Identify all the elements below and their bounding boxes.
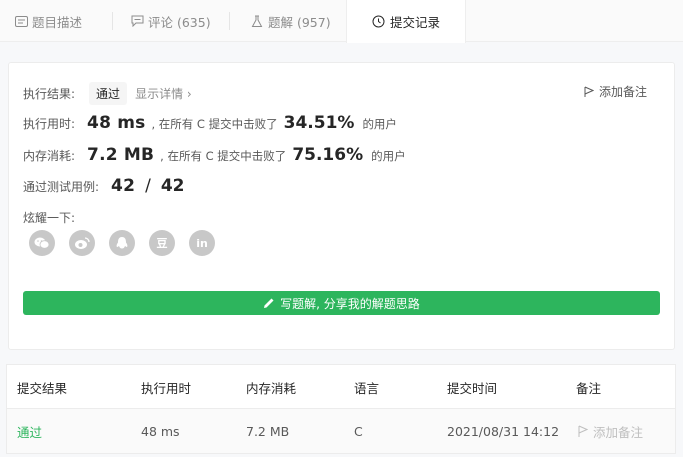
result-label: 执行结果: [23,87,76,101]
write-solution-button[interactable]: 写题解, 分享我的解题思路 [23,291,660,315]
tab-label: 提交记录 [389,15,440,30]
flask-icon [250,14,264,28]
tab-comments[interactable]: 评论 (635) [130,0,211,42]
header-memory: 内存消耗 [246,380,297,396]
linkedin-icon[interactable]: in [189,230,215,256]
tab-submissions[interactable]: 提交记录 [346,0,466,43]
header-status: 提交结果 [17,380,68,396]
memory-value: 7.2 MB [87,145,155,165]
row-note-label: 添加备注 [593,424,644,440]
tests-label: 通过测试用例: [23,180,100,194]
tab-divider [112,12,113,30]
show-details-link[interactable]: 显示详情 › [135,85,192,102]
tab-bar: 题目描述 评论 (635) 题解 (957) 提交记录 [0,0,683,43]
result-row: 执行结果: 通过 显示详情 › [23,82,192,105]
runtime-beat-text: , 在所有 C 提交中击败了 [151,117,278,131]
wechat-icon[interactable] [29,230,55,256]
tests-total: 42 [160,176,185,196]
tests-passed: 42 [111,176,136,196]
table-header: 提交结果 执行用时 内存消耗 语言 提交时间 备注 [7,365,675,409]
tab-description[interactable]: 题目描述 [14,0,82,42]
memory-row: 内存消耗: 7.2 MB , 在所有 C 提交中击败了 75.16% 的用户 [23,145,406,165]
flag-icon [578,425,588,437]
weibo-icon[interactable] [69,230,95,256]
row-status[interactable]: 通过 [17,409,42,453]
share-buttons: 豆 in [29,230,229,256]
memory-beat-text: , 在所有 C 提交中击败了 [160,149,287,163]
write-solution-label: 写题解, 分享我的解题思路 [280,296,420,311]
memory-percent: 75.16% [292,145,364,165]
row-time: 2021/08/31 14:12 [447,423,560,439]
runtime-percent: 34.51% [283,113,355,133]
tab-label: 题解 (957) [268,14,331,30]
submission-result-card: 添加备注 执行结果: 通过 显示详情 › 执行用时: 48 ms , 在所有 C… [8,62,675,350]
tab-label: 评论 (635) [148,14,211,30]
tab-solutions[interactable]: 题解 (957) [250,0,331,42]
row-add-note-button[interactable]: 添加备注 [578,409,643,453]
memory-tail: 的用户 [371,149,406,163]
submissions-table: 提交结果 执行用时 内存消耗 语言 提交时间 备注 通过 48 ms 7.2 M… [6,364,676,454]
pencil-icon [264,298,274,308]
header-runtime: 执行用时 [141,380,192,396]
douban-glyph: 豆 [156,237,168,250]
row-memory: 7.2 MB [246,423,290,439]
share-label: 炫耀一下: [23,211,76,225]
row-runtime: 48 ms [141,423,180,439]
tab-label: 题目描述 [32,14,83,30]
comment-icon [130,14,144,28]
tab-divider [229,12,230,30]
share-row-label: 炫耀一下: [23,209,75,226]
add-note-label: 添加备注 [598,85,647,99]
header-note: 备注 [576,380,602,396]
description-icon [14,14,28,28]
add-note-button[interactable]: 添加备注 [584,83,647,100]
tests-slash: / [145,176,151,196]
row-language: C [354,423,363,439]
header-language: 语言 [354,380,380,396]
douban-icon[interactable]: 豆 [149,230,175,256]
status-badge: 通过 [89,82,128,105]
runtime-value: 48 ms [87,113,146,133]
memory-label: 内存消耗: [23,149,76,163]
qq-icon[interactable] [109,230,135,256]
clock-icon [372,15,386,29]
flag-icon [584,86,594,97]
header-time: 提交时间 [447,380,498,396]
tests-row: 通过测试用例: 42 / 42 [23,176,185,196]
runtime-label: 执行用时: [23,117,76,131]
runtime-row: 执行用时: 48 ms , 在所有 C 提交中击败了 34.51% 的用户 [23,113,397,133]
table-row[interactable]: 通过 48 ms 7.2 MB C 2021/08/31 14:12 添加备注 [7,409,675,453]
runtime-tail: 的用户 [362,117,397,131]
linkedin-glyph: in [196,236,208,250]
